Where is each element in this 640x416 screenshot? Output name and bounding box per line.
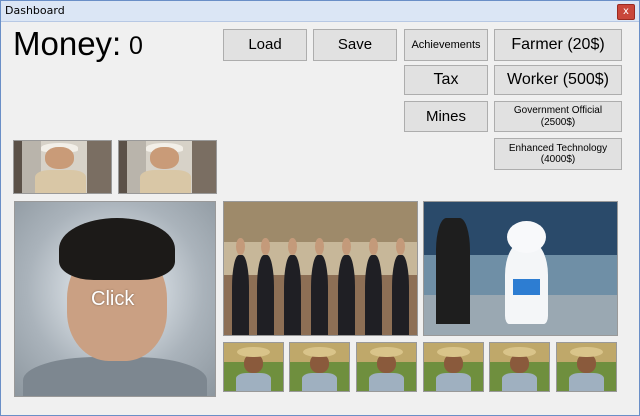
- gov-label-line1: Government Official: [513, 105, 603, 116]
- buy-worker-button[interactable]: Worker (500$): [494, 65, 622, 95]
- save-button[interactable]: Save: [313, 29, 397, 61]
- farmer-thumbnail: [356, 342, 417, 392]
- farmer-thumbnail: [489, 342, 550, 392]
- click-label[interactable]: Click: [91, 288, 134, 311]
- gov-label-line2: (2500$): [540, 116, 576, 128]
- buy-government-official-button[interactable]: Government Official (2500$): [494, 101, 622, 132]
- farmer-thumbnail: [423, 342, 484, 392]
- tech-label-line1: Enhanced Technology: [508, 142, 608, 154]
- farmer-thumbnail: [223, 342, 284, 392]
- enhanced-technology-image: [423, 201, 618, 336]
- close-button[interactable]: x: [617, 4, 635, 20]
- tax-button[interactable]: Tax: [404, 65, 488, 95]
- load-button[interactable]: Load: [223, 29, 307, 61]
- buy-enhanced-technology-button[interactable]: Enhanced Technology (4000$): [494, 138, 622, 170]
- money-label: Money:: [13, 25, 122, 62]
- government-officials-image: [223, 201, 418, 336]
- title-bar: Dashboard x: [1, 1, 639, 22]
- worker-thumbnail: [118, 140, 217, 194]
- window-title: Dashboard: [5, 4, 65, 17]
- tech-label-line2: (4000$): [540, 154, 576, 165]
- dashboard-window: Dashboard x Money: 0 Load Save Achieveme…: [0, 0, 640, 416]
- achievements-button[interactable]: Achievements: [404, 29, 488, 61]
- money-value: 0: [129, 32, 143, 60]
- buy-farmer-button[interactable]: Farmer (20$): [494, 29, 622, 61]
- worker-thumbnail: [13, 140, 112, 194]
- farmer-thumbnail: [556, 342, 617, 392]
- farmer-thumbnail: [289, 342, 350, 392]
- mines-button[interactable]: Mines: [404, 101, 488, 132]
